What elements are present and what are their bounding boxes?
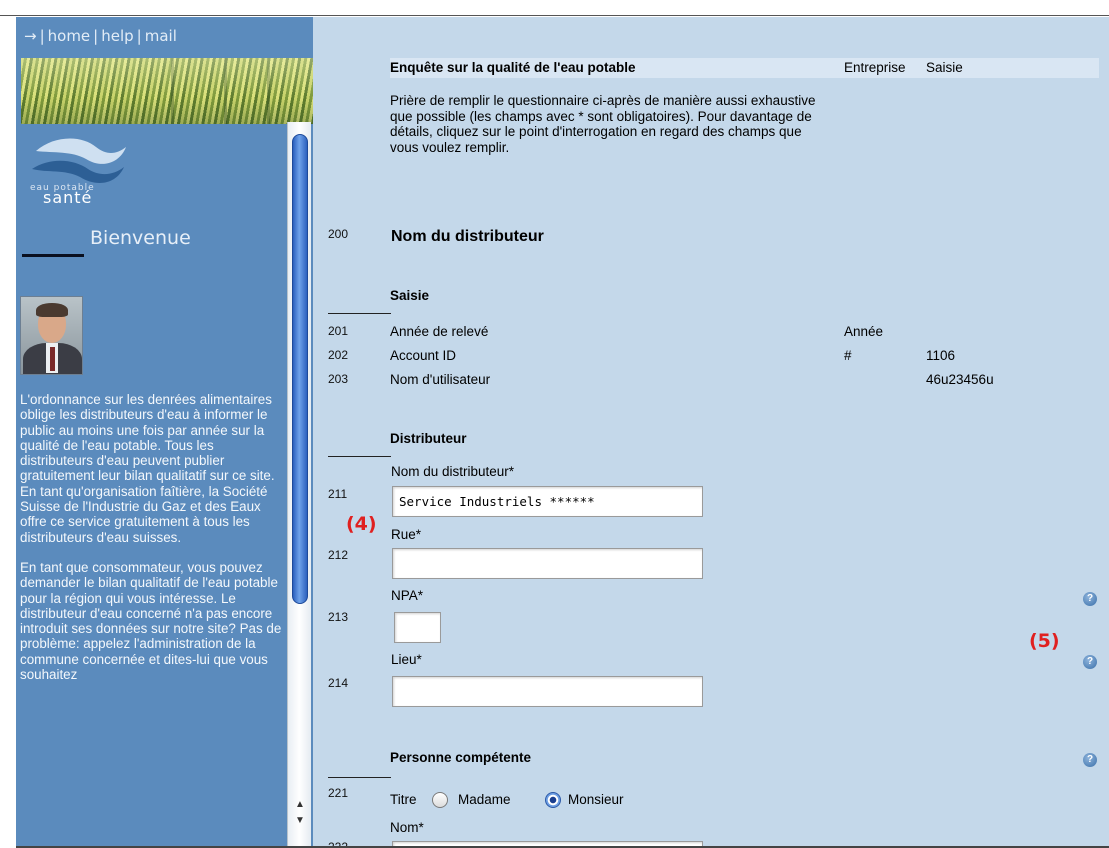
row-symbol-account-id: # [844, 348, 852, 363]
scroll-down-arrow-icon[interactable]: ▼ [292, 814, 308, 828]
rue-input[interactable] [392, 548, 703, 579]
nav-separator: | [39, 27, 45, 45]
form-instructions: Prière de remplir le questionnaire ci-ap… [390, 93, 816, 155]
annotation-5: (5) [1029, 630, 1060, 652]
subsection-title-personne: Personne compétente [390, 750, 532, 765]
row-number: 203 [328, 372, 349, 386]
radio-label-madame[interactable]: Madame [458, 792, 511, 807]
row-number: 201 [328, 324, 349, 338]
welcome-heading: Bienvenue [90, 227, 191, 249]
field-label-nom: Nom* [390, 820, 424, 835]
row-label-account-id: Account ID [390, 348, 457, 363]
row-value-annee: Année [844, 324, 884, 339]
subsection-title-distributeur: Distributeur [390, 431, 467, 446]
row-number: 202 [328, 348, 349, 362]
row-number: 212 [328, 548, 349, 562]
section-divider [328, 313, 391, 314]
field-label-nom-distributeur: Nom du distributeur* [391, 464, 515, 479]
form-title: Enquête sur la qualité de l'eau potable [390, 60, 636, 75]
field-label-titre: Titre [390, 792, 417, 807]
section-title: Nom du distributeur [391, 228, 544, 245]
sidebar-scrollbar[interactable]: ▲ ▼ [287, 122, 311, 848]
help-icon[interactable]: ? [1083, 592, 1097, 606]
row-number: 214 [328, 676, 349, 690]
sidebar-intro-text: L'ordonnance sur les denrées alimentaire… [20, 392, 290, 697]
scrollbar-thumb[interactable] [292, 134, 308, 604]
column-header-saisie: Saisie [926, 60, 963, 75]
sidebar: → | home | help | mail eau potable santé Bienv… [16, 17, 313, 848]
survey-form: Enquête sur la qualité de l'eau potable … [313, 17, 1109, 848]
row-value-username: 46u23456u [926, 372, 994, 387]
field-label-npa: NPA* [391, 588, 424, 603]
row-label-annee: Année de relevé [390, 324, 489, 339]
landscape-banner-image [21, 58, 313, 124]
row-label-username: Nom d'utilisateur [390, 372, 491, 387]
npa-input[interactable] [394, 612, 441, 643]
field-label-rue: Rue* [391, 527, 422, 542]
top-nav: → | home | help | mail [24, 27, 177, 45]
nav-help-link[interactable]: help [101, 27, 133, 45]
window-top-border [0, 0, 1109, 16]
section-divider [328, 456, 391, 457]
lieu-input[interactable] [392, 676, 703, 707]
column-header-entreprise: Entreprise [844, 60, 906, 75]
row-number: 221 [328, 786, 349, 800]
nav-home-link[interactable]: home [48, 27, 91, 45]
logo-wordmark: santé [43, 188, 93, 207]
nav-separator: | [93, 27, 99, 45]
arrow-icon: → [24, 27, 37, 45]
annotation-4: (4) [346, 513, 377, 535]
sidebar-paragraph: L'ordonnance sur les denrées alimentaire… [20, 392, 275, 545]
scroll-up-arrow-icon[interactable]: ▲ [292, 798, 308, 812]
nav-separator: | [136, 27, 142, 45]
help-icon[interactable]: ? [1083, 753, 1097, 767]
field-label-lieu: Lieu* [391, 652, 422, 667]
nom-distributeur-input[interactable]: Service Industriels ****** [392, 486, 703, 517]
radio-madame[interactable] [432, 792, 448, 808]
portrait-photo [20, 296, 83, 375]
nav-mail-link[interactable]: mail [145, 27, 177, 45]
radio-label-monsieur[interactable]: Monsieur [568, 792, 624, 807]
welcome-underline [22, 254, 84, 257]
row-value-account-id: 1106 [926, 348, 956, 363]
row-number: 211 [328, 487, 348, 501]
subsection-title-saisie: Saisie [390, 288, 430, 303]
radio-monsieur[interactable] [545, 792, 561, 808]
help-icon[interactable]: ? [1083, 655, 1097, 669]
section-divider [328, 777, 391, 778]
sidebar-paragraph: En tant que consommateur, vous pouvez de… [20, 559, 282, 683]
row-number: 213 [328, 610, 349, 624]
section-number: 200 [328, 227, 349, 241]
